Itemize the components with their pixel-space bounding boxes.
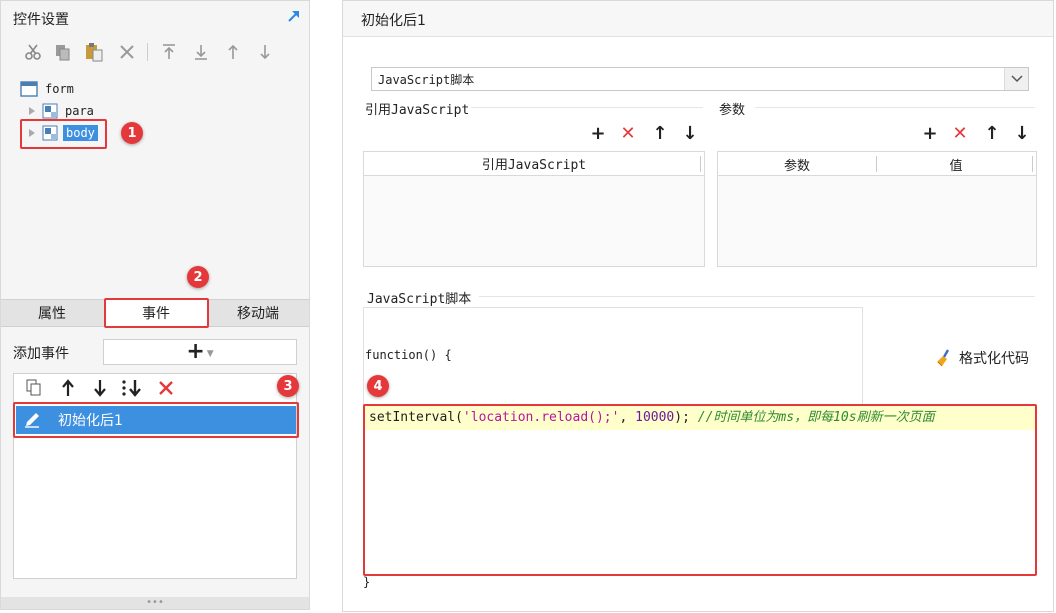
toolbar-divider xyxy=(147,43,148,61)
expand-arrow-icon[interactable] xyxy=(27,103,37,119)
code-comment-10s: 10s xyxy=(833,410,857,425)
function-open-line: function() { xyxy=(365,348,452,362)
tree-node-para[interactable]: para xyxy=(27,101,94,121)
move-down-icon[interactable] xyxy=(90,378,110,398)
ref-js-label-line xyxy=(471,107,703,108)
move-up-icon[interactable]: ↑ xyxy=(981,121,1003,145)
params-section-label: 参数 xyxy=(719,103,746,118)
tree-node-form[interactable]: form xyxy=(19,79,74,99)
script-label-line xyxy=(479,296,1035,297)
callout-badge-4: 4 xyxy=(367,375,389,397)
code-comment-end: 刷新一次页面 xyxy=(856,410,935,425)
params-toolbar: + ✕ ↑ ↓ xyxy=(915,121,1039,145)
column-header: 值 xyxy=(949,158,963,174)
code-number: 10000 xyxy=(635,410,675,425)
delete-icon[interactable]: ✕ xyxy=(617,121,639,145)
resize-grip[interactable]: ••• xyxy=(1,597,309,609)
copy-icon[interactable] xyxy=(53,41,73,63)
code-string: 'location.reload();' xyxy=(462,410,620,425)
script-section-label: JavaScript脚本 xyxy=(367,292,472,307)
script-type-value: JavaScript脚本 xyxy=(378,73,475,87)
code-comment: //时间单位为 xyxy=(697,410,779,425)
copy-event-icon[interactable] xyxy=(24,378,44,398)
tab-mobile[interactable]: 移动端 xyxy=(207,300,309,326)
move-down-icon[interactable]: ↓ xyxy=(679,121,701,145)
callout-badge-1: 1 xyxy=(121,122,143,144)
code-function: setInterval( xyxy=(369,410,463,425)
pin-arrow-icon[interactable] xyxy=(285,7,303,25)
move-down-icon[interactable]: ↓ xyxy=(1011,121,1033,145)
tree-toolbar xyxy=(21,41,301,65)
move-top-icon[interactable] xyxy=(159,41,179,63)
script-type-select[interactable]: JavaScript脚本 xyxy=(371,67,1029,91)
add-icon[interactable]: + xyxy=(587,121,609,145)
event-title: 初始化后1 xyxy=(361,13,426,29)
format-code-button[interactable]: 格式化代码 xyxy=(933,347,1029,369)
header-divider xyxy=(1032,156,1033,172)
ref-js-toolbar: + ✕ ↑ ↓ xyxy=(583,121,707,145)
paste-icon[interactable] xyxy=(83,41,105,63)
tree-node-label: form xyxy=(45,82,74,96)
add-icon[interactable]: + xyxy=(919,121,941,145)
left-panel: 控件设置 form para body 1 2 属性 事件 移动端 添加事件 +… xyxy=(0,0,310,610)
right-panel: 初始化后1 JavaScript脚本 引用JavaScript + ✕ ↑ ↓ … xyxy=(342,0,1054,612)
move-last-icon[interactable] xyxy=(120,378,144,398)
ref-js-table-header: 引用JavaScript xyxy=(364,152,704,176)
tree-node-label-selected: body xyxy=(63,125,98,141)
form-icon xyxy=(19,81,39,97)
add-event-button[interactable]: + ▼ xyxy=(103,339,297,365)
widget-tree: form para body xyxy=(19,79,299,149)
move-down-icon[interactable] xyxy=(255,41,275,63)
function-close-line: } xyxy=(363,575,371,589)
panel-title: 控件设置 xyxy=(13,12,69,28)
code-separator: , xyxy=(619,410,636,425)
delete-icon[interactable] xyxy=(117,41,137,63)
header-divider xyxy=(700,156,701,172)
format-code-label: 格式化代码 xyxy=(959,351,1029,367)
code-line-highlight: setInterval('location.reload();', 10000)… xyxy=(365,406,1035,430)
tree-node-label: para xyxy=(65,104,94,118)
params-table-header: 参数 值 xyxy=(718,152,1036,176)
tree-node-body[interactable]: body xyxy=(27,123,98,143)
event-title-bar: 初始化后1 xyxy=(343,1,1053,37)
code-comment-ms: ms xyxy=(778,410,795,425)
delete-event-icon[interactable] xyxy=(156,378,176,398)
broom-icon xyxy=(933,347,955,369)
tab-properties[interactable]: 属性 xyxy=(1,300,103,326)
delete-icon[interactable]: ✕ xyxy=(949,121,971,145)
edit-pencil-icon xyxy=(20,408,44,432)
move-up-icon[interactable] xyxy=(223,41,243,63)
column-header: 参数 xyxy=(783,158,810,174)
column-header: 引用JavaScript xyxy=(481,158,587,173)
move-bottom-icon[interactable] xyxy=(191,41,211,63)
move-up-icon[interactable]: ↑ xyxy=(649,121,671,145)
para-icon xyxy=(41,103,59,119)
grip-dots-icon: ••• xyxy=(146,597,164,608)
tab-events[interactable]: 事件 xyxy=(105,300,207,326)
code-close: ); xyxy=(674,410,698,425)
callout-badge-2: 2 xyxy=(187,266,209,288)
move-up-icon[interactable] xyxy=(58,378,78,398)
chevron-down-icon[interactable] xyxy=(1004,68,1028,90)
events-list-panel: 初始化后1 xyxy=(13,373,297,579)
params-table: 参数 值 xyxy=(717,151,1037,267)
cut-icon[interactable] xyxy=(23,41,43,63)
code-editor[interactable]: setInterval('location.reload();', 10000)… xyxy=(365,406,1035,576)
ref-js-table: 引用JavaScript xyxy=(363,151,705,267)
expand-arrow-icon[interactable] xyxy=(27,125,37,141)
properties-tabs: 属性 事件 移动端 xyxy=(1,299,309,327)
dropdown-caret-icon: ▼ xyxy=(206,349,214,359)
events-toolbar xyxy=(14,374,296,402)
code-comment-middle: ，即每 xyxy=(794,410,834,425)
ref-js-section-label: 引用JavaScript xyxy=(365,103,470,118)
callout-badge-3: 3 xyxy=(277,375,299,397)
add-event-label: 添加事件 xyxy=(13,346,69,362)
event-item[interactable]: 初始化后1 xyxy=(16,406,296,434)
event-item-label: 初始化后1 xyxy=(58,413,123,429)
body-icon xyxy=(41,125,59,141)
plus-icon: + xyxy=(186,339,205,364)
params-label-line xyxy=(755,107,1035,108)
